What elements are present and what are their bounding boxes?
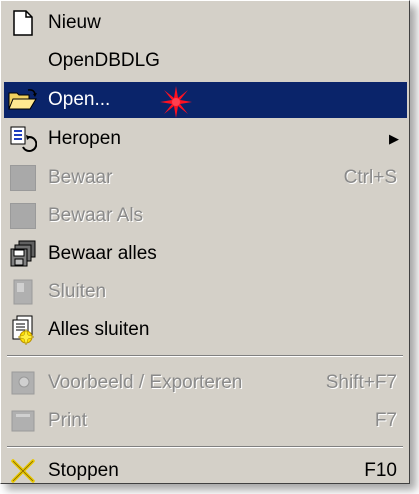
new-document-icon [4, 5, 42, 41]
menu-item-label: OpenDBDLG [48, 50, 160, 71]
menu-item-shortcut: F7 [374, 410, 397, 431]
print-icon [4, 403, 42, 439]
save-disabled-icon [4, 160, 42, 196]
menu-item-label: Print [48, 410, 88, 431]
menu-separator [7, 355, 403, 357]
menu-item-alles-sluiten[interactable]: Alles sluiten [4, 312, 407, 348]
preview-icon [4, 365, 42, 401]
menu-item-label: Nieuw [48, 12, 101, 33]
exit-x-icon [4, 453, 42, 489]
menu-item-opendbdlg[interactable]: OpenDBDLG [4, 43, 407, 79]
save-all-icon [4, 236, 42, 272]
menu-item-label: Alles sluiten [48, 319, 150, 340]
close-all-icon [4, 312, 42, 348]
click-marker-icon [160, 86, 192, 118]
menu-item-bewaar-alles[interactable]: Bewaar alles [4, 236, 407, 272]
open-folder-icon [4, 82, 42, 118]
menu-item-stoppen[interactable]: Stoppen F10 [4, 453, 407, 489]
menu-item-bewaar[interactable]: Bewaar Ctrl+S [4, 160, 407, 196]
menu-item-label: Bewaar Als [48, 205, 144, 226]
file-menu: Nieuw OpenDBDLG Open... Heropen ▶ Bewaar… [0, 0, 410, 484]
menu-item-label: Open... [48, 89, 111, 110]
menu-item-label: Bewaar alles [48, 243, 157, 264]
menu-item-nieuw[interactable]: Nieuw [4, 5, 407, 41]
menu-item-label: Heropen [48, 128, 121, 149]
menu-item-bewaar-als[interactable]: Bewaar Als [4, 198, 407, 234]
menu-item-shortcut: Ctrl+S [343, 167, 397, 188]
menu-item-print[interactable]: Print F7 [4, 403, 407, 439]
menu-item-label: Voorbeeld / Exporteren [48, 372, 243, 393]
menu-item-label: Bewaar [48, 167, 113, 188]
menu-item-shortcut: F10 [364, 460, 397, 481]
menu-item-shortcut: Shift+F7 [325, 372, 397, 393]
submenu-arrow-icon: ▶ [389, 131, 399, 146]
menu-item-heropen[interactable]: Heropen ▶ [4, 121, 407, 157]
close-document-icon [4, 274, 42, 310]
menu-separator [7, 446, 403, 448]
save-as-disabled-icon [4, 198, 42, 234]
reopen-icon [4, 121, 42, 157]
menu-item-label: Sluiten [48, 281, 107, 302]
menu-item-sluiten[interactable]: Sluiten [4, 274, 407, 310]
menu-item-label: Stoppen [48, 460, 119, 481]
menu-item-open[interactable]: Open... [4, 82, 407, 118]
menu-item-voorbeeld-exporteren[interactable]: Voorbeeld / Exporteren Shift+F7 [4, 365, 407, 401]
